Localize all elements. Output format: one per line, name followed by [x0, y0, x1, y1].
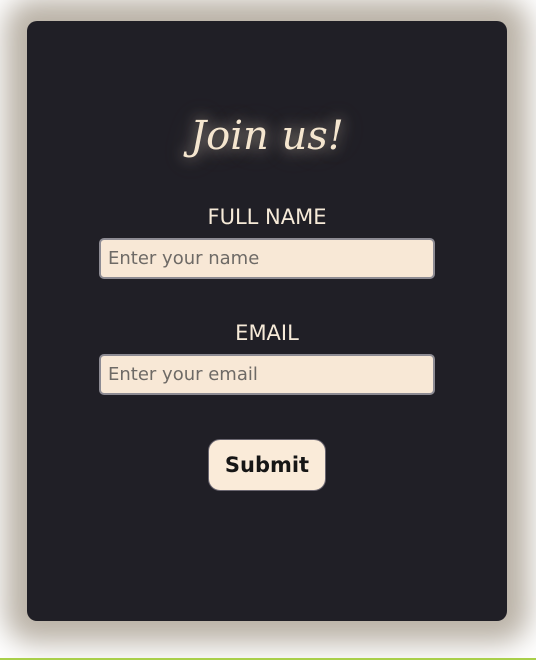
submit-button[interactable]: Submit — [208, 439, 326, 491]
full-name-input[interactable] — [99, 238, 435, 279]
email-label: EMAIL — [235, 321, 299, 345]
signup-card: Join us! FULL NAME EMAIL Submit — [27, 21, 507, 621]
form-title: Join us! — [190, 113, 344, 159]
full-name-label: FULL NAME — [207, 205, 327, 229]
email-input[interactable] — [99, 354, 435, 395]
